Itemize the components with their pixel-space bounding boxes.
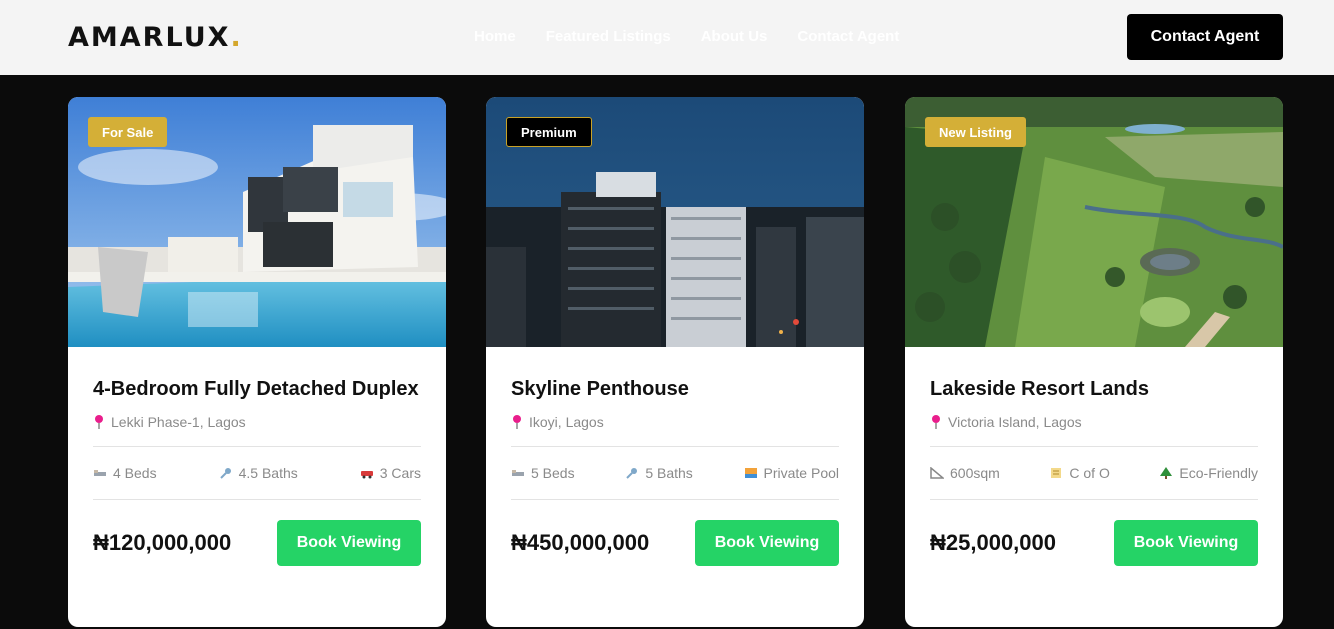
- feature-label: 5 Baths: [645, 465, 693, 481]
- location-text: Victoria Island, Lagos: [948, 414, 1082, 430]
- location-text: Lekki Phase-1, Lagos: [111, 414, 246, 430]
- listing-card: New Listing Lakeside Resort Lands Victor…: [905, 97, 1283, 627]
- feature-cars: 3 Cars: [360, 465, 421, 481]
- car-icon: [360, 471, 373, 479]
- feature-label: 3 Cars: [379, 465, 421, 481]
- bed-icon: [512, 470, 524, 476]
- feature-label: 4.5 Baths: [238, 465, 298, 481]
- listing-price: ₦120,000,000: [93, 530, 232, 555]
- listing-badge: For Sale: [88, 117, 168, 147]
- scroll-icon: [1051, 468, 1062, 478]
- logo-dot: .: [230, 22, 243, 53]
- listing-price: ₦450,000,000: [511, 530, 650, 555]
- nav-about-us[interactable]: About Us: [701, 28, 768, 45]
- feature-label: 4 Beds: [113, 465, 157, 481]
- book-viewing-button[interactable]: Book Viewing: [695, 520, 839, 566]
- feature-baths: 5 Baths: [625, 465, 693, 481]
- feature-label: 600sqm: [950, 465, 1000, 481]
- shower-icon: [626, 468, 638, 479]
- pin-icon: [513, 415, 521, 429]
- listing-title: 4-Bedroom Fully Detached Duplex: [93, 378, 419, 400]
- listing-badge: Premium: [506, 117, 592, 147]
- feature-label: Eco-Friendly: [1179, 465, 1258, 481]
- pin-icon: [95, 415, 103, 429]
- feature-area: 600sqm: [930, 465, 1000, 481]
- feature-label: 5 Beds: [531, 465, 575, 481]
- listing-badge: New Listing: [925, 117, 1026, 147]
- pool-icon: [744, 468, 757, 478]
- listing-photo[interactable]: New Listing: [905, 97, 1283, 347]
- listing-location: Ikoyi, Lagos: [511, 414, 839, 430]
- listing-photo[interactable]: For Sale: [68, 97, 446, 347]
- book-viewing-button[interactable]: Book Viewing: [1114, 520, 1258, 566]
- listing-location: Lekki Phase-1, Lagos: [93, 414, 421, 430]
- contact-agent-button[interactable]: Contact Agent: [1127, 14, 1283, 60]
- feature-beds: 5 Beds: [511, 465, 575, 481]
- logo-text: AMARLUX: [68, 22, 231, 53]
- bed-icon: [94, 470, 106, 476]
- pin-icon: [932, 415, 940, 429]
- listing-card: For Sale 4-Bedroom Fully Detached Duplex…: [68, 97, 446, 627]
- divider: [511, 499, 839, 500]
- divider: [930, 499, 1258, 500]
- feature-eco: Eco-Friendly: [1159, 465, 1258, 481]
- nav-contact-agent[interactable]: Contact Agent: [797, 28, 899, 45]
- feature-row: 5 Beds 5 Baths Private Pool: [511, 447, 839, 499]
- feature-label: Private Pool: [763, 465, 839, 481]
- feature-baths: 4.5 Baths: [219, 465, 298, 481]
- feature-document: C of O: [1049, 465, 1110, 481]
- listing-card: Premium Skyline Penthouse Ikoyi, Lagos 5…: [486, 97, 864, 627]
- feature-row: 4 Beds 4.5 Baths 3 Cars: [93, 447, 421, 499]
- listing-title: Skyline Penthouse: [511, 378, 689, 400]
- listing-title: Lakeside Resort Lands: [930, 378, 1149, 400]
- logo[interactable]: AMARLUX.: [68, 22, 243, 53]
- nav-home[interactable]: Home: [474, 28, 516, 45]
- tree-icon: [1160, 467, 1173, 479]
- listing-location: Victoria Island, Lagos: [930, 414, 1258, 430]
- feature-label: C of O: [1069, 465, 1110, 481]
- site-header: AMARLUX. Home Featured Listings About Us…: [0, 0, 1334, 75]
- main-nav: Home Featured Listings About Us Contact …: [474, 28, 899, 45]
- shower-icon: [219, 468, 231, 479]
- nav-featured-listings[interactable]: Featured Listings: [546, 28, 671, 45]
- book-viewing-button[interactable]: Book Viewing: [277, 520, 421, 566]
- feature-pool: Private Pool: [744, 465, 839, 481]
- listing-price: ₦25,000,000: [930, 530, 1056, 555]
- divider: [93, 499, 421, 500]
- ruler-icon: [930, 467, 944, 479]
- listing-photo[interactable]: Premium: [486, 97, 864, 347]
- feature-beds: 4 Beds: [93, 465, 157, 481]
- location-text: Ikoyi, Lagos: [529, 414, 604, 430]
- feature-row: 600sqm C of O Eco-Friendly: [930, 447, 1258, 499]
